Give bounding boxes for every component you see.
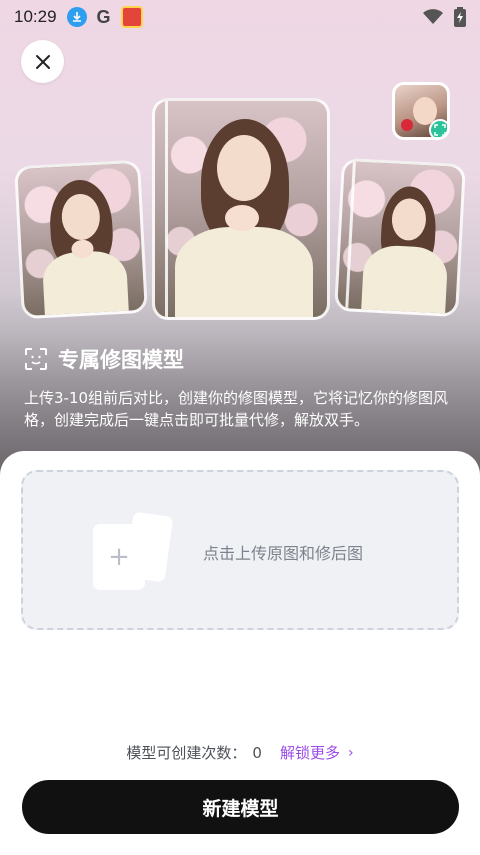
feature-title: 专属修图模型 bbox=[58, 348, 184, 372]
compare-divider bbox=[165, 101, 168, 317]
face-scan-icon bbox=[25, 348, 47, 370]
plus-icon: + bbox=[93, 524, 145, 590]
sample-photo-compare bbox=[152, 98, 330, 320]
quota-label: 模型可创建次数： bbox=[126, 744, 247, 762]
create-model-button[interactable]: 新建模型 bbox=[22, 780, 459, 834]
close-button[interactable] bbox=[21, 40, 64, 83]
battery-charging-icon bbox=[454, 7, 466, 27]
upload-cards-illustration: + bbox=[93, 511, 179, 594]
bottom-sheet: + 点击上传原图和修后图 模型可创建次数： 0 解锁更多 › 新建模型 bbox=[0, 451, 480, 855]
wifi-icon bbox=[422, 9, 444, 25]
status-bar: 10:29 G bbox=[0, 0, 480, 34]
unlock-more-label: 解锁更多 bbox=[279, 744, 340, 762]
sample-photo-left bbox=[14, 159, 148, 320]
scan-face-icon bbox=[429, 119, 447, 137]
hero-banner: 10:29 G 专属修图模型 上传3-10组前后对比，创建你的修图模型，它将记忆… bbox=[0, 0, 480, 480]
upload-area[interactable]: + 点击上传原图和修后图 bbox=[21, 470, 459, 630]
app-notification-icon bbox=[120, 6, 143, 28]
quota-value: 0 bbox=[252, 743, 262, 762]
sample-photo-right bbox=[334, 157, 466, 318]
feature-description: 上传3-10组前后对比，创建你的修图模型，它将记忆你的修图风格，创建完成后一键点… bbox=[24, 389, 449, 429]
profile-thumbnail[interactable] bbox=[392, 82, 450, 140]
unlock-more-link[interactable]: 解锁更多 › bbox=[280, 742, 354, 763]
upload-label: 点击上传原图和修后图 bbox=[203, 544, 364, 563]
chevron-right-icon: › bbox=[347, 744, 354, 761]
quota-row: 模型可创建次数： 0 解锁更多 › bbox=[0, 742, 480, 763]
feature-header: 专属修图模型 bbox=[24, 344, 184, 374]
status-time: 10:29 bbox=[14, 7, 57, 26]
download-icon bbox=[66, 7, 87, 27]
close-icon bbox=[35, 54, 50, 69]
compare-divider bbox=[345, 161, 356, 309]
google-icon: G bbox=[96, 6, 111, 27]
